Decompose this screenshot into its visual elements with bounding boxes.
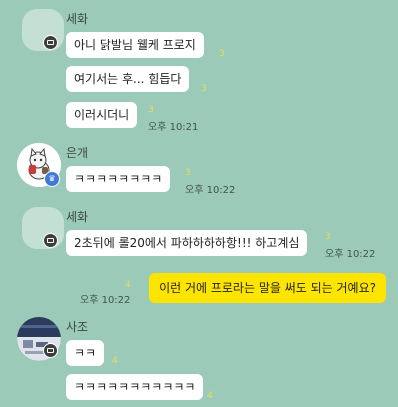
profile-card-icon — [44, 234, 57, 247]
sender-name-sehwa: 세화 — [66, 12, 89, 26]
message-bubble[interactable]: ㅋㅋㅋㅋㅋㅋㅋㅋㅋㅋㅋ — [66, 374, 204, 400]
unread-count: 3 — [148, 105, 154, 115]
message-time: 오후 10:22 — [325, 249, 376, 260]
sender-name-eungae: 은개 — [66, 146, 89, 160]
unread-count: 3 — [185, 168, 191, 178]
message-time: 오후 10:22 — [185, 185, 236, 196]
unread-count: 4 — [112, 356, 118, 366]
message-bubble[interactable]: ㅋㅋ — [66, 340, 105, 366]
profile-card-icon — [44, 344, 57, 357]
my-message-bubble[interactable]: 이런 거에 프로라는 말을 써도 되는 거예요? — [149, 273, 386, 303]
sender-name-sajo: 사조 — [66, 320, 89, 334]
crown-icon: ♛ — [45, 172, 59, 186]
avatar-sehwa[interactable] — [22, 207, 64, 249]
sender-name-sehwa: 세화 — [66, 210, 89, 224]
message-bubble[interactable]: 아니 닭발님 웰케 프로지 — [66, 32, 204, 58]
unread-count: 4 — [125, 280, 131, 290]
message-bubble[interactable]: 여기서는 후... 힘듭다 — [66, 66, 190, 92]
message-time: 오후 10:21 — [148, 122, 199, 133]
unread-count: 3 — [219, 49, 225, 59]
unread-count: 4 — [207, 391, 213, 401]
unread-count: 3 — [325, 232, 331, 242]
message-bubble[interactable]: 이러시더니 — [66, 102, 138, 128]
message-time: 오후 10:22 — [80, 295, 131, 306]
profile-card-icon — [44, 36, 57, 49]
avatar-sehwa[interactable] — [22, 9, 64, 51]
unread-count: 3 — [201, 84, 207, 94]
message-bubble[interactable]: 2초뒤에 롤20에서 파하하하하항!!! 하고계심 — [66, 230, 308, 256]
message-bubble[interactable]: ㅋㅋㅋㅋㅋㅋㅋㅋ — [66, 166, 171, 192]
